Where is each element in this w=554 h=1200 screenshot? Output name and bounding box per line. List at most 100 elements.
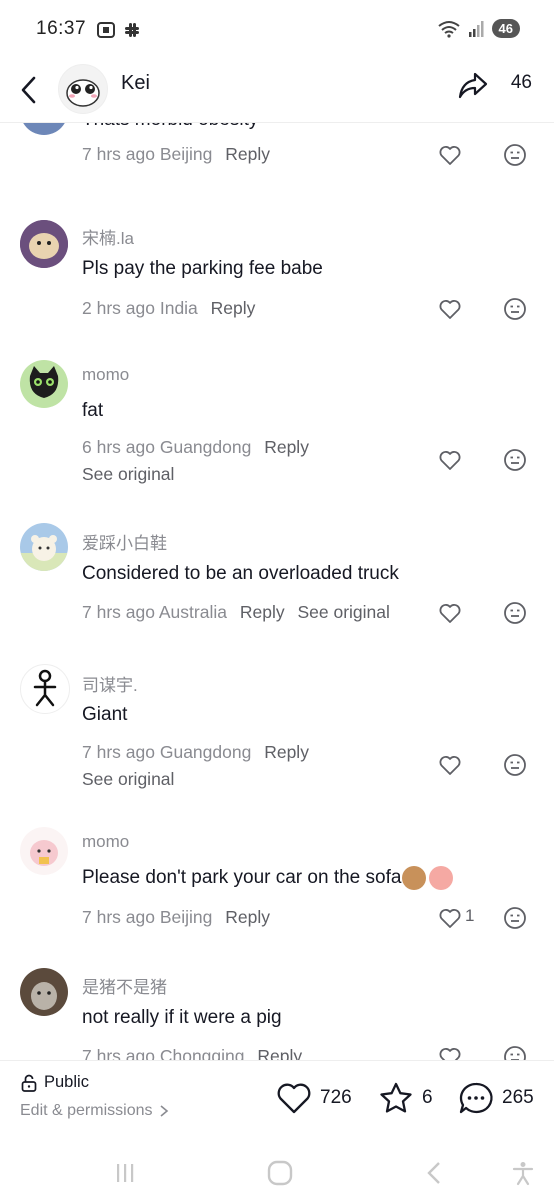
dislike-face-icon[interactable] [503,1045,527,1060]
peach-emoji-icon [429,866,454,890]
dislike-face-icon[interactable] [503,601,527,625]
comment-location: Beijing [159,144,213,164]
user-avatar[interactable] [20,827,68,875]
comment-username[interactable]: 宋楠.la [82,224,134,249]
comment-item: Thats morbid obesity 7 hrs ago Beijing R… [0,123,554,187]
comment-username[interactable]: 是猪不是猪 [82,973,167,998]
user-avatar[interactable] [20,523,68,571]
comment-time: 7 hrs ago [82,742,155,762]
see-original-link[interactable]: See original [82,769,174,790]
privacy-label: Public [44,1073,89,1091]
slack-icon [125,23,139,37]
comment-meta: 7 hrs ago Beijing Reply [82,144,270,165]
black-cat-avatar-icon [20,360,68,408]
recent-apps-button[interactable] [108,1156,142,1190]
comment-item: momo fat 6 hrs ago Guangdong Reply See o… [0,360,554,490]
see-original-link[interactable]: See original [82,464,174,485]
like-heart-icon[interactable] [438,143,462,167]
unlock-icon [21,1074,37,1092]
comment-list: Thats morbid obesity 7 hrs ago Beijing R… [0,123,554,1060]
comment-time: 6 hrs ago [82,437,155,457]
reply-button[interactable]: Reply [264,742,309,762]
like-stat[interactable]: 726 [276,1081,352,1115]
status-bar: 16:37 46 [0,0,554,60]
comment-text: fat [82,400,104,421]
comment-bubble-icon [459,1082,493,1114]
status-time: 16:37 [36,18,87,39]
comment-stat[interactable]: 265 [458,1081,534,1115]
see-original-link[interactable]: See original [297,602,389,622]
dislike-face-icon[interactable] [503,906,527,930]
bear-avatar-icon [20,523,68,571]
comment-item: 是猪不是猪 not really if it were a pig 7 hrs … [0,968,554,1060]
user-avatar[interactable] [20,360,68,408]
battery-indicator: 46 [491,19,520,38]
favorite-stat[interactable]: 6 [378,1081,433,1115]
comment-item: momo Please don't park your car on the s… [0,827,554,937]
like-heart-icon[interactable] [438,906,462,930]
user-avatar[interactable] [20,123,68,135]
favorite-total: 6 [422,1087,433,1108]
comment-text: Pls pay the parking fee babe [82,258,323,279]
comment-username[interactable]: momo [82,365,129,385]
like-heart-icon[interactable] [438,1045,462,1060]
reply-button[interactable]: Reply [225,144,270,164]
comment-meta: 7 hrs ago Guangdong Reply [82,742,309,763]
comment-time: 7 hrs ago [82,602,155,622]
author-avatar[interactable] [58,64,108,114]
user-avatar[interactable] [20,664,70,714]
comment-username[interactable]: 司谋宇. [82,671,138,696]
reply-button[interactable]: Reply [257,1046,302,1060]
comment-item: 司谋宇. Giant 7 hrs ago Guangdong Reply See… [0,664,554,794]
dog-photo-avatar-icon [20,968,68,1016]
back-arrow-icon[interactable] [16,72,44,108]
like-heart-icon[interactable] [438,297,462,321]
user-avatar[interactable] [20,968,68,1016]
heart-icon [277,1083,311,1114]
accessibility-button[interactable] [506,1156,540,1190]
reply-button[interactable]: Reply [225,907,270,927]
dislike-face-icon[interactable] [503,753,527,777]
comment-text: Considered to be an overloaded truck [82,563,399,584]
share-icon[interactable] [458,70,488,100]
chevron-right-icon [159,1105,168,1117]
reply-button[interactable]: Reply [211,298,256,318]
privacy-setting[interactable]: Public [20,1073,89,1092]
bottom-action-bar: Public Edit & permissions 726 6 265 [0,1060,554,1147]
comment-time: 2 hrs ago [82,298,155,318]
home-icon [267,1160,293,1186]
home-button[interactable] [263,1156,297,1190]
edit-permissions-link[interactable]: Edit & permissions [20,1102,169,1120]
user-avatar[interactable] [20,220,68,268]
top-bar: Kei 46 [0,60,554,123]
comment-total: 265 [502,1087,534,1108]
back-button[interactable] [418,1156,452,1190]
comment-username[interactable]: 爱踩小白鞋 [82,529,167,554]
comment-meta: 6 hrs ago Guangdong Reply [82,437,309,458]
comment-text: Please don't park your car on the sofa [82,867,402,889]
reply-button[interactable]: Reply [240,602,285,622]
comment-meta: 7 hrs ago Australia Reply See original [82,602,390,623]
dislike-face-icon[interactable] [503,448,527,472]
dislike-face-icon[interactable] [503,297,527,321]
author-name[interactable]: Kei [121,72,150,95]
like-heart-icon[interactable] [438,601,462,625]
comment-username[interactable]: momo [82,832,129,852]
signal-icon [468,20,484,37]
comment-text: Thats morbid obesity [82,123,258,131]
wifi-icon [437,20,460,38]
pink-toy-avatar-icon [20,827,68,875]
like-heart-icon[interactable] [438,753,462,777]
like-count: 1 [465,906,475,925]
comment-location: Australia [158,602,227,622]
reply-button[interactable]: Reply [264,437,309,457]
comment-time: 7 hrs ago [82,144,155,164]
comment-text: not really if it were a pig [82,1007,282,1028]
star-icon [380,1082,412,1113]
system-nav-bar [0,1146,554,1200]
dislike-face-icon[interactable] [503,143,527,167]
like-heart-icon[interactable] [438,448,462,472]
back-chevron-icon [427,1162,440,1184]
comment-location: Guangdong [159,742,252,762]
recent-apps-icon [117,1164,134,1182]
